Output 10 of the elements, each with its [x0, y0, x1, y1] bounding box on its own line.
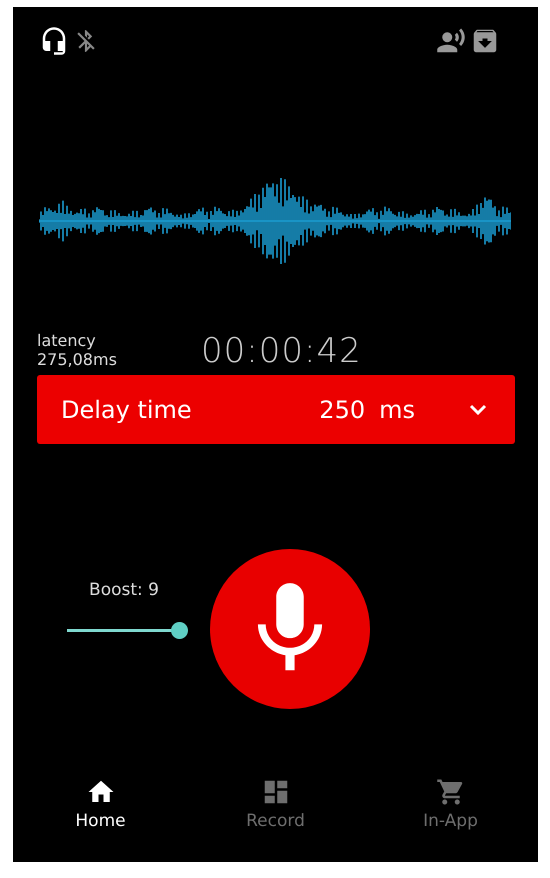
- latency-label: latency: [37, 331, 97, 350]
- boost-label: Boost: 9: [89, 580, 159, 600]
- chevron-down-icon: [469, 404, 487, 415]
- timer: 00:00:42: [201, 333, 362, 369]
- nav-tab[interactable]: Home: [13, 776, 188, 856]
- nav-tab[interactable]: In-App: [363, 776, 538, 856]
- slider-thumb[interactable]: [171, 622, 188, 638]
- delay-time-dropdown[interactable]: Delay time 250 ms: [37, 375, 515, 444]
- nav-tab[interactable]: Record: [188, 776, 363, 856]
- latency-value: 275,08ms: [37, 350, 118, 369]
